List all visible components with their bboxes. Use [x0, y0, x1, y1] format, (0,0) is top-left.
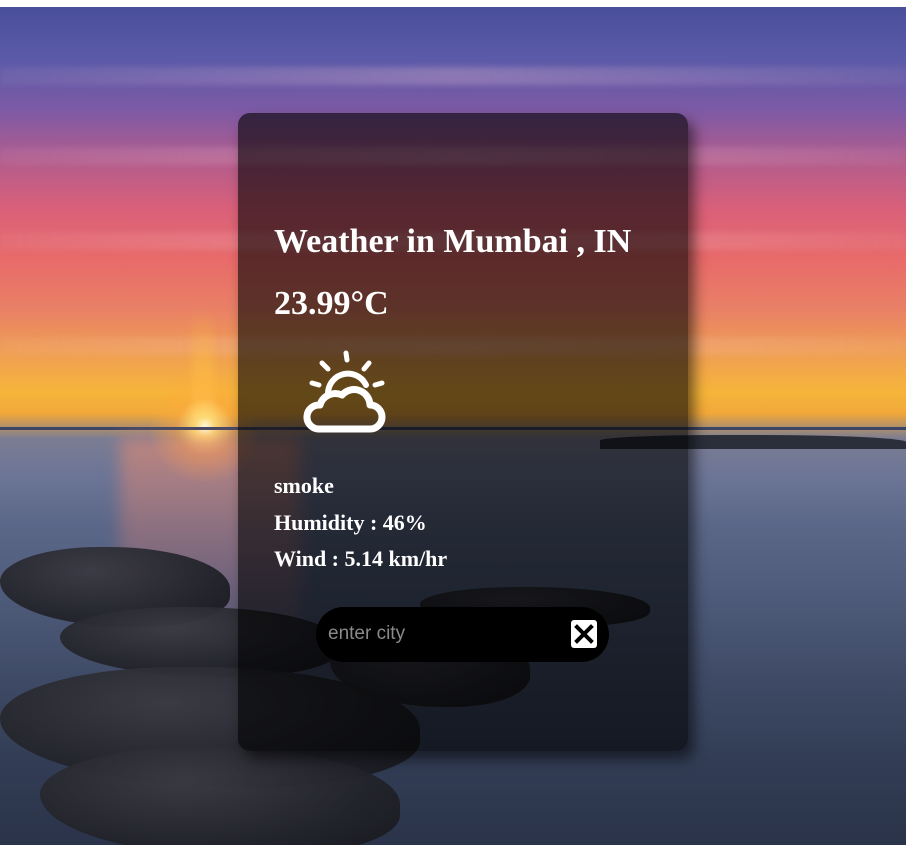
- city-title: Weather in Mumbai , IN: [274, 223, 632, 260]
- city-search-input[interactable]: [328, 621, 558, 647]
- temperature: 23.99°C: [274, 285, 389, 322]
- humidity-value: Humidity : 46%: [274, 510, 427, 535]
- city-search-bar: [316, 607, 609, 662]
- search-button[interactable]: [571, 620, 597, 648]
- weather-card: Weather in Mumbai , IN 23.99°C smoke Hum…: [238, 113, 688, 751]
- weather-description: smoke: [274, 473, 334, 498]
- close-x-icon: [574, 624, 594, 644]
- cloud-band: [0, 67, 906, 85]
- partly-cloudy-icon: [303, 350, 386, 433]
- wind-value: Wind : 5.14 km/hr: [274, 546, 448, 571]
